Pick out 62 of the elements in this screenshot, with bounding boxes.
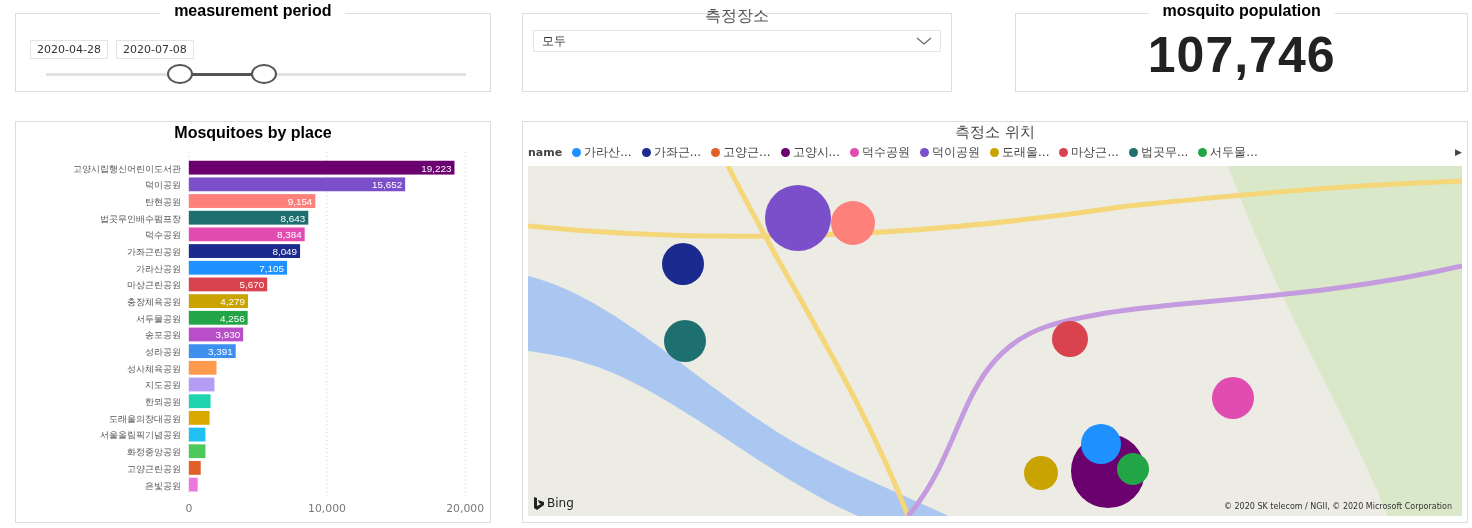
legend-label: 가좌근... xyxy=(653,143,702,161)
category-label: 충장체육공원 xyxy=(126,296,181,308)
chevron-down-icon xyxy=(916,37,932,45)
map-copyright: © 2020 SK telecom / NGII, © 2020 Microsoft Corporation xyxy=(1223,502,1452,511)
category-label: 마상근린공원 xyxy=(126,279,181,291)
category-label: 덕수공원 xyxy=(144,229,181,241)
category-label: 도래울의장대공원 xyxy=(108,412,181,424)
category-label: 송포공원 xyxy=(144,329,181,341)
category-label: 서울올림픽기념공원 xyxy=(99,429,181,441)
legend-label: 덕수공원 xyxy=(862,143,910,161)
legend-label: 고양근... xyxy=(723,143,771,161)
axis-tick-label: 0 xyxy=(185,502,193,516)
category-label: 가라산공원 xyxy=(135,262,181,274)
category-label: 고양시립행신어린이도서관 xyxy=(72,162,181,174)
category-label: 한뫼공원 xyxy=(144,396,181,408)
axis-tick-label: 10,000 xyxy=(308,502,346,516)
axis-tick-label: 20,000 xyxy=(446,502,485,516)
value-label: 5,670 xyxy=(239,279,265,291)
value-label: 4,256 xyxy=(220,312,245,324)
category-label: 덕이공원 xyxy=(144,179,181,191)
value-label: 3,391 xyxy=(208,346,233,358)
slider-thumb[interactable] xyxy=(251,64,278,84)
category-label: 서두물공원 xyxy=(135,312,181,324)
card-title: mosquito population xyxy=(1148,2,1335,20)
map-title: 측정소 위치 xyxy=(954,123,1036,142)
date-field[interactable]: 2020-04-28 xyxy=(30,40,108,59)
legend-next-button[interactable]: ▶ xyxy=(1455,147,1462,157)
value-label: 19,223 xyxy=(421,162,452,174)
category-label: 성라공원 xyxy=(144,346,181,358)
value-label: 3,930 xyxy=(215,329,241,341)
legend-label: 가라산... xyxy=(584,143,632,161)
category-label: 가좌근린공원 xyxy=(126,246,181,257)
legend-label: 도래울... xyxy=(1002,143,1050,161)
value-label: 8,049 xyxy=(272,246,298,257)
value-label: 7,105 xyxy=(259,262,285,274)
value-label: 4,279 xyxy=(220,296,245,308)
filter-label: 측정장소 xyxy=(705,6,769,27)
category-label: 은빛공원 xyxy=(144,479,181,491)
value-label: 8,384 xyxy=(277,229,302,241)
value-label: 15,652 xyxy=(372,179,403,191)
legend-label: 법곳무... xyxy=(1140,143,1189,161)
legend-label: 덕이공원 xyxy=(932,143,980,161)
legend-label: 마상근... xyxy=(1071,143,1119,161)
population-value: 107,746 xyxy=(1147,26,1336,84)
date-field[interactable]: 2020-07-08 xyxy=(115,40,194,59)
legend-label: 서두물... xyxy=(1210,143,1258,161)
category-label: 법곳무인배수펌프장 xyxy=(99,212,181,224)
category-label: 지도공원 xyxy=(144,379,181,391)
legend-title: name xyxy=(528,145,563,159)
bing-logo-icon xyxy=(534,496,544,510)
category-label: 성사체육공원 xyxy=(126,362,181,374)
category-label: 고양근린공원 xyxy=(126,462,181,474)
value-label: 9,154 xyxy=(287,195,313,207)
slider-thumb[interactable] xyxy=(167,64,194,84)
place-dropdown[interactable]: 모두 xyxy=(533,30,941,52)
legend-label: 고양시... xyxy=(792,143,840,161)
value-label: 8,643 xyxy=(280,212,306,224)
map-logo-text: Bing xyxy=(547,496,574,510)
chart-title: Mosquitoes by place xyxy=(174,124,332,142)
card-title: measurement period xyxy=(160,2,346,20)
category-label: 화정중앙공원 xyxy=(126,446,181,458)
category-label: 탄현공원 xyxy=(144,195,181,207)
